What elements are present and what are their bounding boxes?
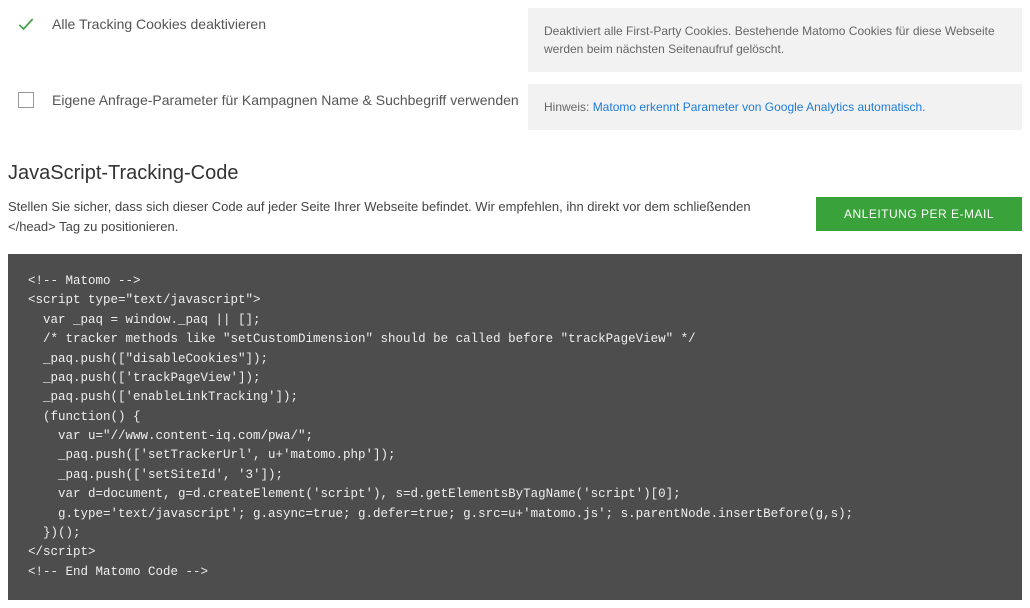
option-custom-params: Eigene Anfrage-Parameter für Kampagnen N… [8, 84, 1022, 130]
email-instructions-button[interactable]: ANLEITUNG PER E-MAIL [816, 197, 1022, 231]
hint-link[interactable]: Matomo erkennt Parameter von Google Anal… [593, 100, 926, 114]
option-hint-box: Hinweis: Matomo erkennt Parameter von Go… [528, 84, 1022, 130]
tracking-code-title: JavaScript-Tracking-Code [8, 162, 1022, 185]
option-left[interactable]: Alle Tracking Cookies deaktivieren [8, 8, 528, 34]
option-info-box: Deaktiviert alle First-Party Cookies. Be… [528, 8, 1022, 72]
option-disable-cookies: Alle Tracking Cookies deaktivieren Deakt… [8, 8, 1022, 72]
tracking-description-row: Stellen Sie sicher, dass sich dieser Cod… [8, 197, 1022, 236]
option-label: Alle Tracking Cookies deaktivieren [52, 16, 266, 32]
option-info-text: Deaktiviert alle First-Party Cookies. Be… [544, 24, 995, 56]
option-label: Eigene Anfrage-Parameter für Kampagnen N… [52, 92, 519, 108]
checkmark-icon [16, 14, 36, 34]
hint-prefix: Hinweis: [544, 100, 593, 114]
tracking-code-block[interactable]: <!-- Matomo --> <script type="text/javas… [8, 254, 1022, 600]
tracking-description: Stellen Sie sicher, dass sich dieser Cod… [8, 197, 796, 236]
option-left[interactable]: Eigene Anfrage-Parameter für Kampagnen N… [8, 84, 528, 110]
checkbox-icon[interactable] [16, 90, 36, 110]
